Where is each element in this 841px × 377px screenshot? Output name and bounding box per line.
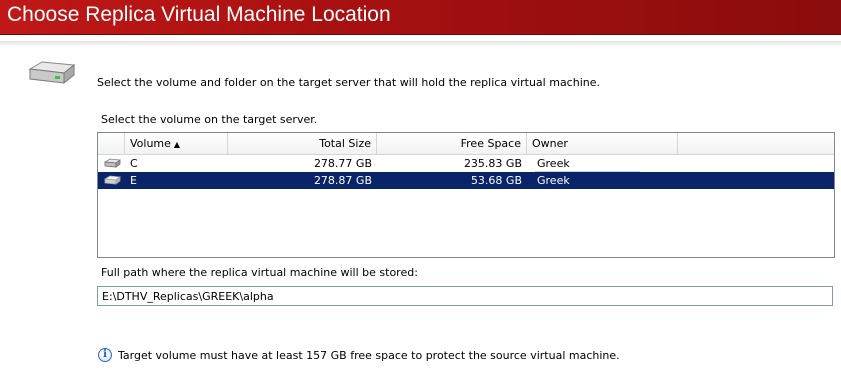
sort-ascending-icon: ▲ [173, 140, 181, 149]
intro-text: Select the volume and folder on the targ… [97, 76, 600, 89]
owner-cell: Greek [537, 157, 570, 170]
drive-icon [104, 175, 121, 185]
wizard-banner: Choose Replica Virtual Machine Location [0, 0, 841, 35]
path-label: Full path where the replica virtual mach… [101, 266, 418, 279]
banner-divider [0, 41, 841, 47]
page-title: Choose Replica Virtual Machine Location [7, 3, 391, 26]
table-header: Volume ▲ Total Size Free Space Owner [98, 133, 834, 155]
column-header-volume[interactable]: Volume ▲ [125, 133, 228, 154]
volume-cell: C [130, 157, 138, 170]
owner-cell: Greek [537, 174, 570, 187]
info-icon: i [98, 348, 112, 362]
column-header-owner[interactable]: Owner [527, 133, 678, 154]
volume-select-label: Select the volume on the target server. [101, 113, 318, 126]
total-size-cell: 278.87 GB [313, 174, 372, 187]
table-row-selected[interactable]: E 278.87 GB 53.68 GB Greek [98, 172, 834, 189]
free-space-cell: 235.83 GB [463, 157, 522, 170]
total-size-cell: 278.77 GB [313, 157, 372, 170]
column-header-filler [678, 133, 834, 154]
info-message: Target volume must have at least 157 GB … [118, 349, 620, 362]
free-space-cell: 53.68 GB [470, 174, 522, 187]
replica-path-input[interactable] [97, 286, 833, 306]
column-header-total-size[interactable]: Total Size [228, 133, 377, 154]
volume-cell: E [130, 174, 137, 187]
hard-drive-icon [28, 61, 76, 85]
column-header-volume-label: Volume [130, 137, 171, 150]
table-row[interactable]: C 278.77 GB 235.83 GB Greek [98, 155, 834, 172]
column-header-free-space[interactable]: Free Space [377, 133, 527, 154]
volume-table[interactable]: Volume ▲ Total Size Free Space Owner C 27… [97, 132, 835, 258]
drive-icon [104, 158, 121, 168]
icon-column-header[interactable] [98, 133, 125, 154]
